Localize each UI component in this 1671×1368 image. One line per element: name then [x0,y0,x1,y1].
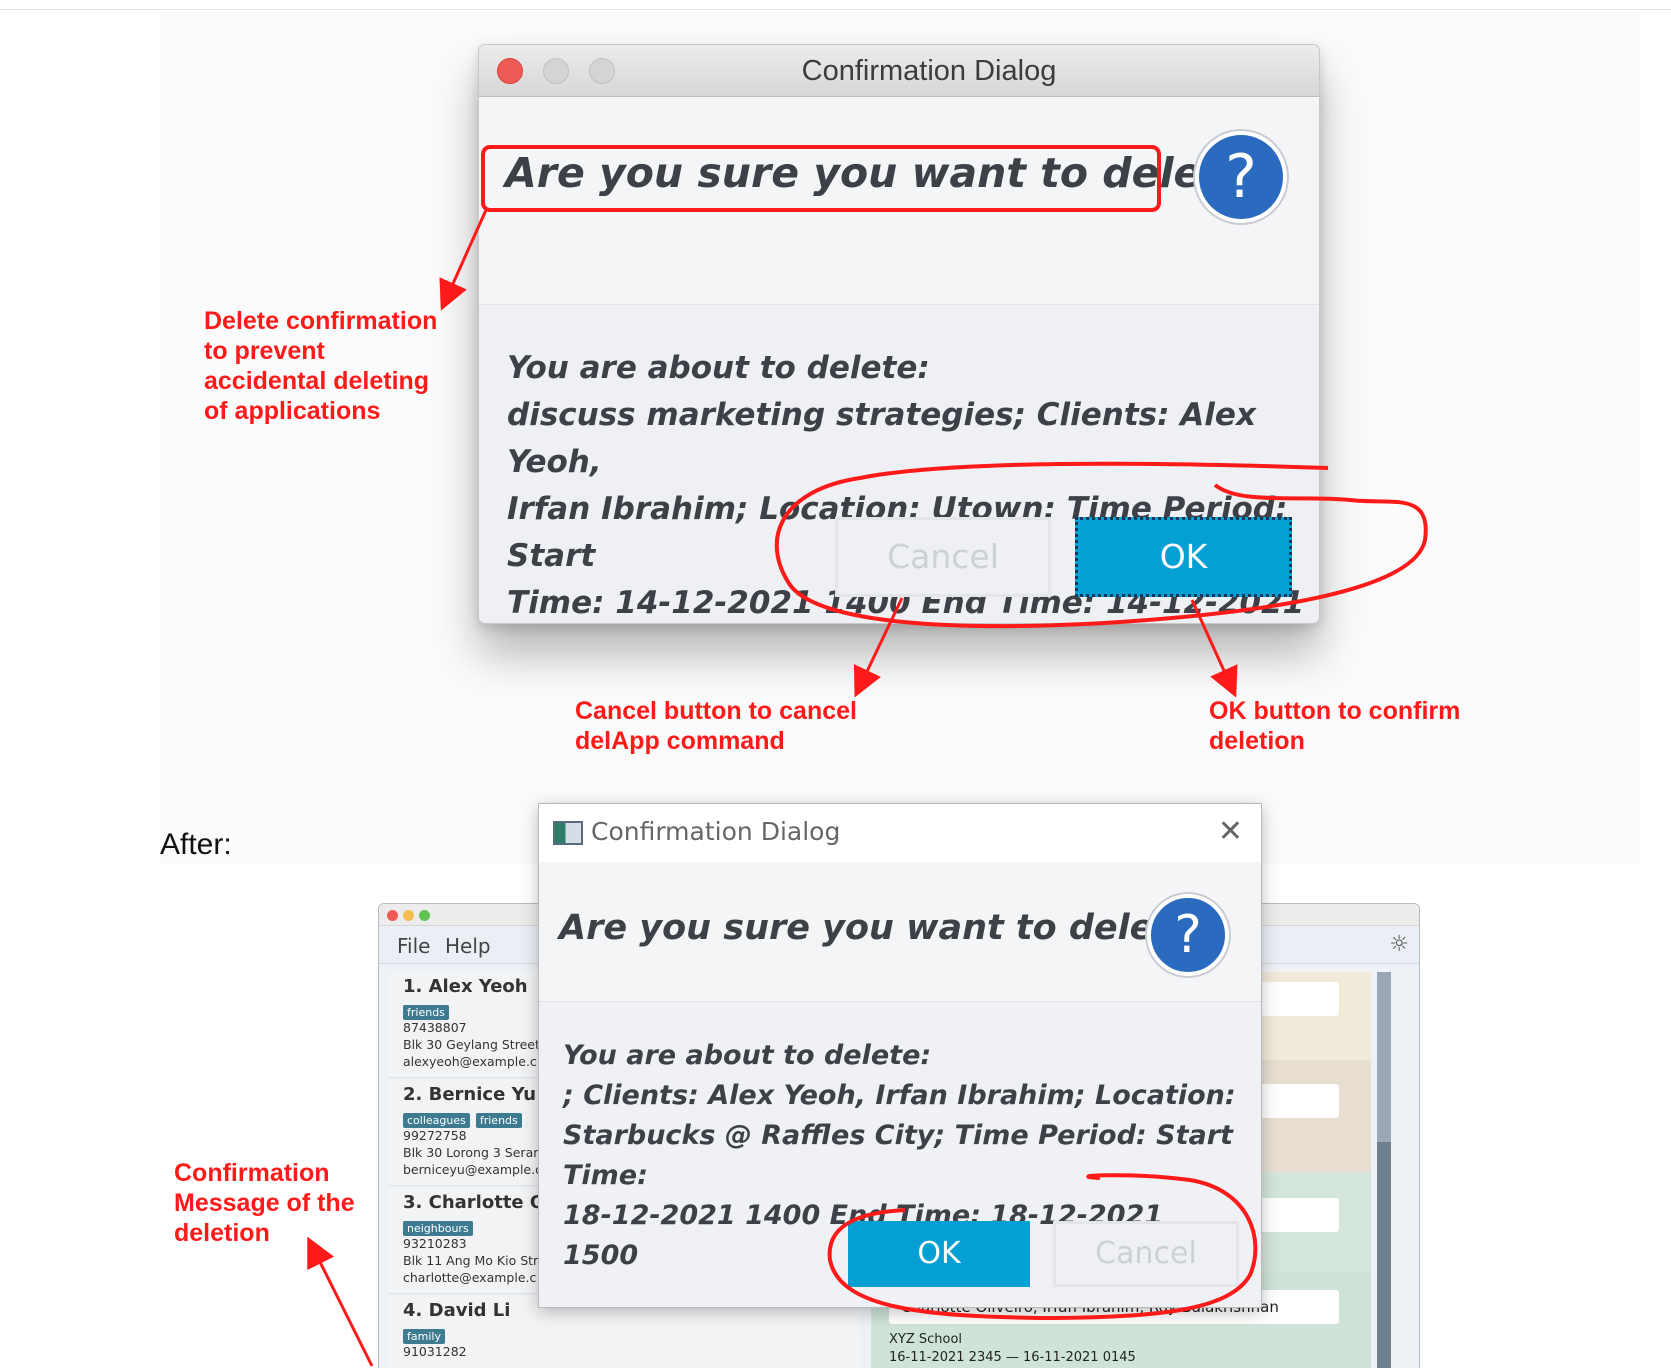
annotation-ok-button: OK button to confirm deletion [1209,697,1461,755]
tag: friends [403,1005,449,1020]
dialog-header-text: Are you sure you want to delete? [559,908,1215,948]
message-line: You are about to delete: [507,350,930,386]
dialog-header: Are you sure you want to delete? ? [539,862,1261,1002]
menu-file[interactable]: File [397,934,430,958]
question-icon: ? [1195,131,1287,223]
confirmation-dialog-top: Confirmation Dialog Are you sure you wan… [478,44,1320,624]
app-icon [553,821,583,845]
dialog-header: Are you sure you want to delete? ? [479,97,1319,305]
cancel-button[interactable]: Cancel [1053,1221,1239,1287]
annotation-delete-confirmation: Delete confirmation to prevent accidenta… [204,307,438,425]
theme-toggle-icon[interactable]: ☼ [1389,932,1409,957]
app-close-button[interactable] [387,910,398,921]
appointment-time: 16-11-2021 2345 — 16-11-2021 0145 [889,1350,1136,1365]
question-icon: ? [1147,894,1229,976]
message-line: discuss marketing strategies; Clients: A… [507,397,1256,480]
cancel-button[interactable]: Cancel [835,517,1051,597]
tag: colleagues [403,1113,470,1128]
message-line: ; Clients: Alex Yeoh, Irfan Ibrahim; Loc… [563,1080,1236,1111]
ok-button[interactable]: OK [1075,517,1292,597]
dialog-header-text: Are you sure you want to delete? [505,149,1273,197]
page-divider [0,9,1671,10]
tag: neighbours [403,1221,473,1236]
menu-help[interactable]: Help [445,934,491,958]
dialog-titlebar: Confirmation Dialog [479,45,1319,97]
arrow-to-confirmation-message [307,1236,374,1367]
close-icon[interactable]: ✕ [1218,814,1243,849]
dialog-title: Confirmation Dialog [591,817,841,846]
annotation-confirmation-message: Confirmation Message of the deletion [174,1159,355,1247]
app-zoom-button[interactable] [419,910,430,921]
appointment-location: XYZ School [889,1332,963,1347]
after-label: After: [160,828,232,861]
tag: friends [475,1113,522,1128]
confirmation-dialog-bottom: Confirmation Dialog ✕ Are you sure you w… [538,803,1262,1308]
dialog-title: Confirmation Dialog [801,55,1057,87]
scrollbar-thumb[interactable] [1377,1142,1391,1368]
annotation-cancel-button: Cancel button to cancel delApp command [575,697,857,755]
message-line: You are about to delete: [563,1040,932,1071]
app-minimize-button[interactable] [403,910,414,921]
ok-button[interactable]: OK [848,1221,1030,1287]
dialog-titlebar: Confirmation Dialog ✕ [539,804,1261,862]
message-line: Starbucks @ Raffles City; Time Period: S… [563,1120,1233,1191]
tag: family [403,1329,445,1344]
